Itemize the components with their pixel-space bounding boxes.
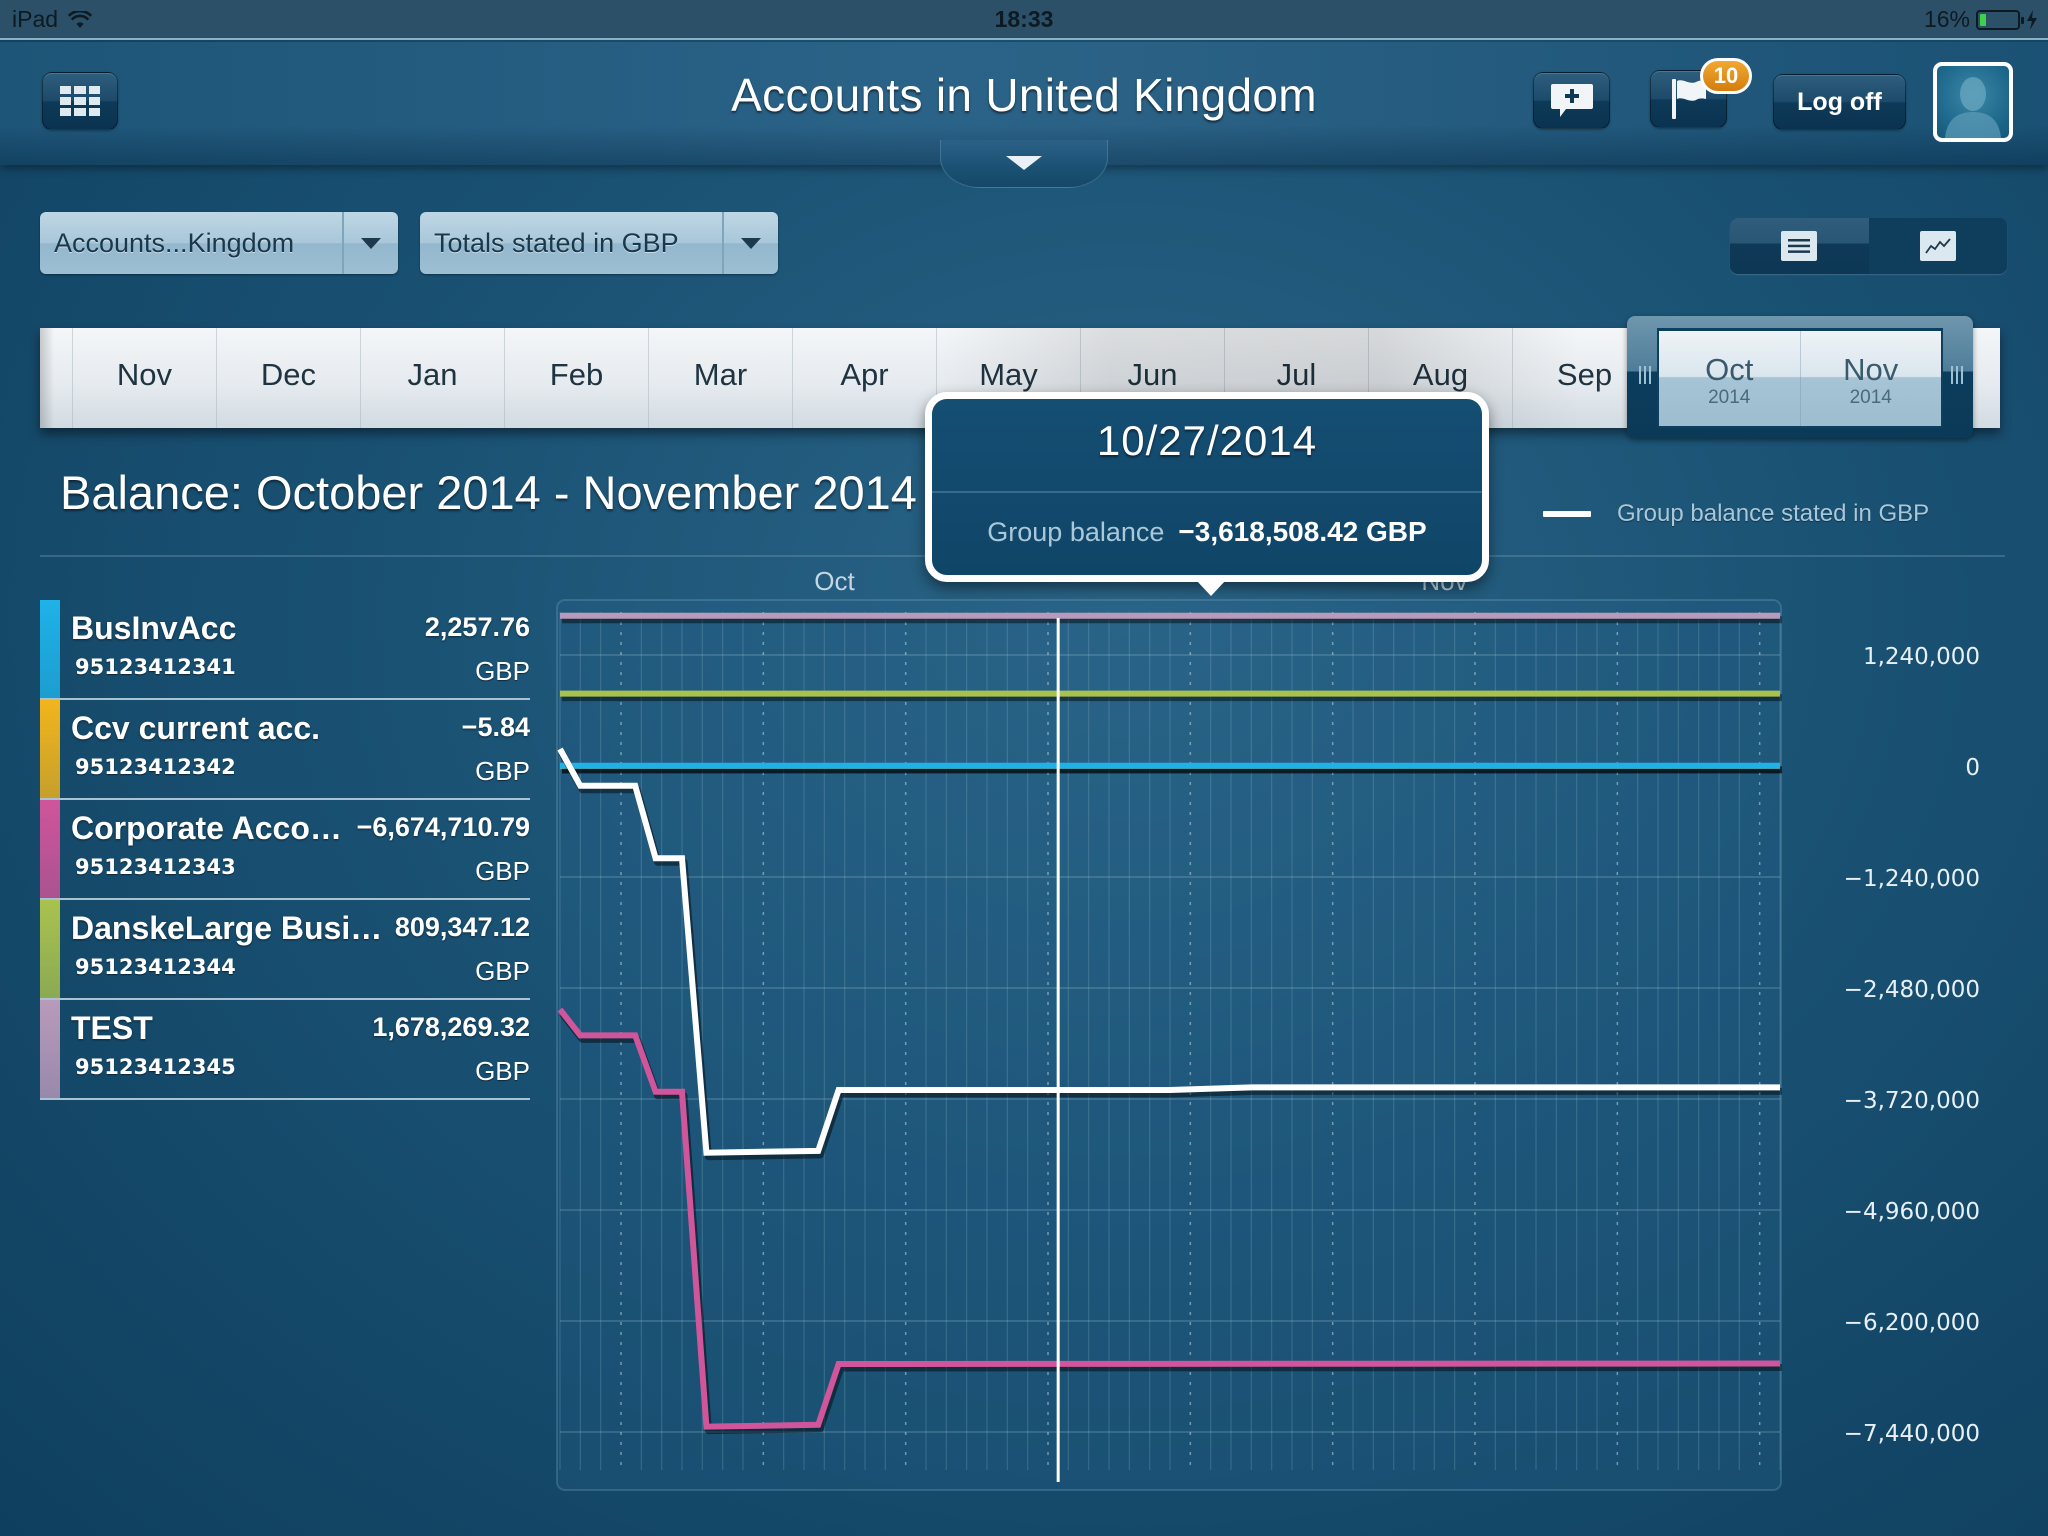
chevron-down-icon (1006, 155, 1042, 170)
y-tick-label: −7,440,000 (1844, 1421, 1980, 1447)
caret-down-icon (741, 237, 761, 249)
header-pull-tab[interactable] (940, 140, 1108, 188)
logoff-button[interactable]: Log off (1773, 74, 1906, 130)
account-row[interactable]: BusInvAcc 95123412341 2,257.76 GBP (40, 600, 530, 700)
y-tick-label: −3,720,000 (1844, 1088, 1980, 1114)
comment-plus-icon (1550, 83, 1593, 117)
avatar[interactable] (1933, 62, 2013, 142)
chart-legend: Group balance stated in GBP (1543, 500, 1929, 528)
selection-right-handle[interactable] (1947, 366, 1967, 386)
logoff-label: Log off (1797, 87, 1882, 116)
series-line (557, 1007, 1781, 1430)
balance-title: Balance: October 2014 - November 2014 (60, 466, 917, 519)
account-currency: GBP (475, 1056, 530, 1086)
selection-left-handle[interactable] (1635, 366, 1655, 386)
account-number: 95123412344 (75, 955, 236, 979)
legend-label: Group balance stated in GBP (1617, 500, 1930, 527)
y-tick-label: −6,200,000 (1844, 1310, 1980, 1336)
timeline-month[interactable]: Apr (792, 328, 936, 428)
account-currency: GBP (475, 756, 530, 786)
legend-swatch (1543, 511, 1591, 517)
y-tick-label: 1,240,000 (1863, 644, 1980, 670)
selected-month-year: 2014 (1708, 387, 1751, 408)
tooltip-value: −3,618,508.42 GBP (1178, 516, 1427, 547)
timeline-month[interactable]: Dec (216, 328, 360, 428)
account-name: BusInvAcc (71, 610, 237, 646)
account-name: Ccv current acc. (71, 710, 321, 746)
selected-month-name: Oct (1705, 352, 1754, 387)
list-icon (1781, 231, 1818, 261)
x-tick-label: Oct (814, 566, 855, 596)
account-name: DanskeLarge Busi… (71, 910, 383, 946)
series-line (557, 747, 1780, 1156)
status-time: 18:33 (994, 6, 1054, 32)
account-name: TEST (71, 1010, 153, 1046)
chart-tooltip: 10/27/2014 Group balance −3,618,508.42 GB… (925, 392, 1489, 582)
account-balance: 809,347.12 (394, 912, 530, 942)
account-row[interactable]: Corporate Acco… 95123412343 −6,674,710.79 G… (40, 800, 530, 900)
y-tick-label: −2,480,000 (1844, 977, 1980, 1003)
series-shadow (558, 751, 1782, 1161)
new-message-button[interactable] (1533, 72, 1610, 129)
selected-month[interactable]: Oct 2014 (1659, 331, 1801, 426)
account-color-bar (40, 1000, 60, 1098)
dropdown-arrow (342, 212, 398, 274)
view-toggle (1730, 218, 2007, 274)
account-currency: GBP (475, 856, 530, 886)
dropdown-arrow (722, 212, 778, 274)
battery-percent: 16% (1923, 6, 1970, 32)
account-number: 95123412341 (75, 655, 236, 679)
account-color-bar (40, 900, 60, 998)
tooltip-pointer (1196, 580, 1226, 596)
y-tick-label: −1,240,000 (1844, 866, 1980, 892)
tooltip-date: 10/27/2014 (1096, 417, 1318, 464)
selected-month-year: 2014 (1849, 387, 1892, 408)
y-tick-label: −4,960,000 (1844, 1199, 1980, 1225)
account-balance: −6,674,710.79 (356, 812, 530, 842)
selected-month[interactable]: Nov 2014 (1801, 331, 1942, 426)
battery-level (1980, 13, 1986, 26)
account-group-value: Accounts...Kingdom (54, 228, 295, 258)
selected-month-name: Nov (1843, 352, 1899, 387)
account-balance: 2,257.76 (424, 612, 530, 642)
account-currency: GBP (475, 656, 530, 686)
y-tick-label: 0 (1965, 755, 1980, 781)
currency-mode-dropdown[interactable]: Totals stated in GBP (420, 212, 778, 274)
tooltip-divider (932, 491, 1482, 493)
series-shadow (559, 1011, 1783, 1435)
account-name: Corporate Acco… (71, 810, 342, 846)
account-row[interactable]: Ccv current acc. 95123412342 −5.84 GBP (40, 700, 530, 800)
tooltip-label: Group balance (987, 517, 1165, 547)
timeline-month[interactable]: Nov (72, 328, 216, 428)
timeline-month[interactable]: Mar (648, 328, 792, 428)
charging-icon (2027, 9, 2037, 30)
account-number: 95123412343 (75, 855, 236, 879)
account-group-dropdown[interactable]: Accounts...Kingdom (40, 212, 398, 274)
account-number: 95123412342 (75, 755, 236, 779)
timeline-month[interactable]: Jan (360, 328, 504, 428)
account-balance: 1,678,269.32 (372, 1012, 530, 1042)
timeline-month[interactable]: Feb (504, 328, 648, 428)
chart-view-button[interactable] (1868, 218, 2007, 274)
account-color-bar (40, 700, 60, 798)
list-view-button[interactable] (1730, 218, 1869, 274)
plot-area (556, 599, 1782, 1491)
tooltip-row: Group balance −3,618,508.42 GBP (932, 516, 1482, 548)
account-color-bar (40, 800, 60, 898)
battery-icon (1976, 9, 2024, 30)
account-currency: GBP (475, 956, 530, 986)
account-balance: −5.84 (461, 712, 530, 742)
notification-badge: 10 (1700, 58, 1752, 94)
status-bar-right: 16% (1924, 6, 2038, 33)
account-color-bar (40, 600, 60, 698)
account-number: 95123412345 (75, 1055, 236, 1079)
user-avatar-icon (1945, 77, 2001, 138)
account-row[interactable]: TEST 95123412345 1,678,269.32 GBP (40, 1000, 530, 1100)
currency-mode-value: Totals stated in GBP (434, 228, 679, 258)
account-row[interactable]: DanskeLarge Busi… 95123412344 809,347.12 GB… (40, 900, 530, 1000)
selected-period: Oct 2014 Nov 2014 (1657, 328, 1943, 428)
caret-down-icon (361, 237, 381, 249)
line-chart-icon (1919, 231, 1956, 261)
